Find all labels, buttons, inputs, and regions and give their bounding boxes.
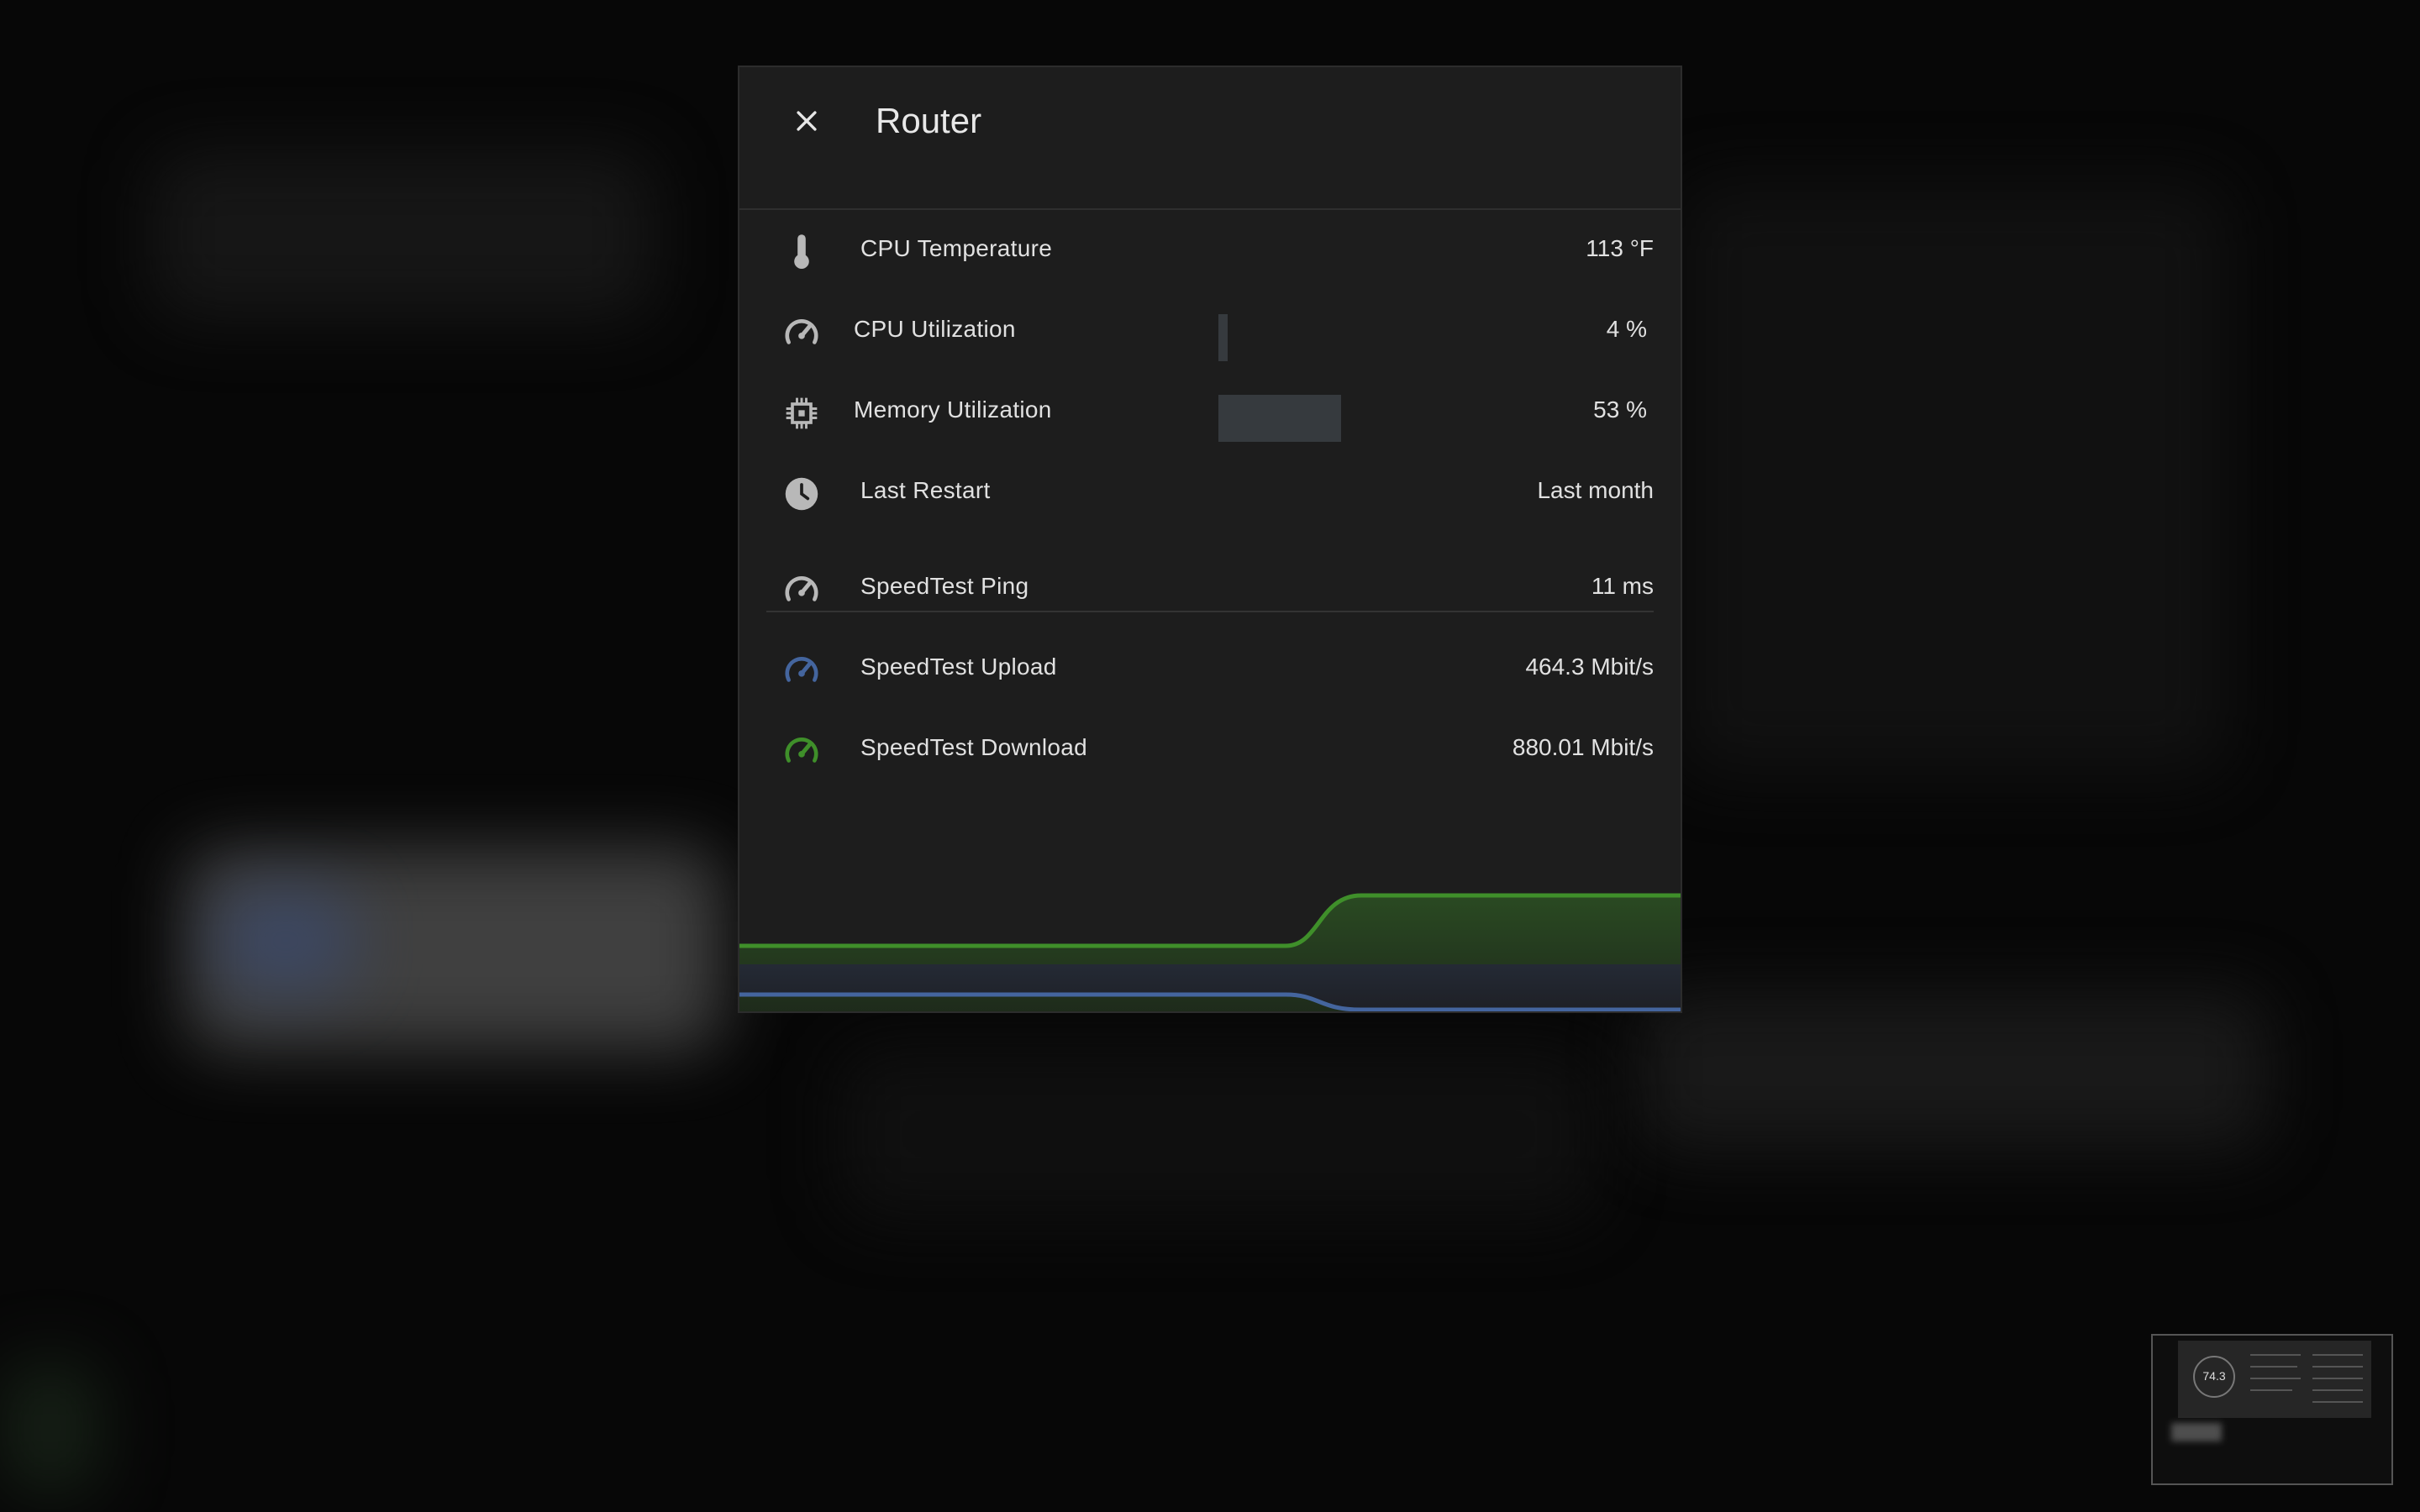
row-value: 880.01 Mbit/s (1512, 734, 1654, 760)
dialog-header: Router (739, 67, 1681, 210)
row-label: SpeedTest Download (860, 734, 1088, 760)
speedometer-icon (780, 568, 823, 612)
chip-icon (780, 391, 823, 435)
close-icon (797, 111, 817, 131)
blurred-card (0, 1361, 101, 1495)
row-label: Memory Utilization (854, 396, 1052, 423)
row-value: Last month (1537, 477, 1654, 503)
clock-icon (780, 472, 823, 516)
row-speedtest-download[interactable]: SpeedTest Download 880.01 Mbit/s (739, 711, 1681, 791)
row-value: 113 °F (1586, 235, 1654, 261)
row-label: SpeedTest Upload (860, 654, 1057, 680)
close-button[interactable] (783, 97, 830, 144)
row-label: SpeedTest Ping (860, 573, 1029, 599)
row-speedtest-upload[interactable]: SpeedTest Upload 464.3 Mbit/s (739, 630, 1681, 711)
blurred-card (1681, 185, 2227, 773)
row-value: 11 ms (1591, 573, 1654, 599)
minimap-thumbnail[interactable]: 74.3 (2151, 1334, 2393, 1485)
row-last-restart[interactable]: Last Restart Last month (739, 454, 1681, 534)
cpu-utilization-bar-fill (1218, 314, 1228, 361)
dialog-title: Router (876, 101, 982, 140)
row-label: Last Restart (860, 477, 991, 503)
row-cpu-utilization[interactable]: CPU Utilization 4 % (739, 292, 1681, 373)
row-label: CPU Temperature (860, 235, 1053, 261)
speedometer-upload-icon (780, 648, 823, 692)
row-cpu-temperature[interactable]: CPU Temperature 113 °F (739, 212, 1681, 292)
row-speedtest-ping[interactable]: SpeedTest Ping 11 ms (739, 549, 1681, 630)
memory-utilization-bar (1218, 395, 1450, 442)
row-value: 53 % (1593, 396, 1647, 423)
router-dialog: Router CPU Temperature 113 °F CPU Utiliz… (738, 66, 1682, 1013)
row-value: 464.3 Mbit/s (1525, 654, 1654, 680)
speedometer-download-icon (780, 729, 823, 773)
blurred-card (1639, 991, 2269, 1151)
cpu-utilization-bar (1218, 314, 1450, 361)
row-label: CPU Utilization (854, 316, 1016, 342)
speedtest-history-chart (739, 893, 1681, 1011)
gauge-icon (780, 311, 823, 354)
blurred-card (840, 1050, 1597, 1218)
row-value: 4 % (1606, 316, 1647, 342)
blurred-card-accent (218, 890, 353, 991)
minimap-blurred-element (2171, 1423, 2222, 1441)
memory-utilization-bar-fill (1218, 395, 1342, 442)
row-memory-utilization[interactable]: Memory Utilization 53 % (739, 373, 1681, 454)
blurred-card (151, 151, 655, 319)
minimap-card: 74.3 (2178, 1341, 2371, 1418)
thermometer-icon (780, 230, 823, 274)
minimap-gauge-value: 74.3 (2202, 1369, 2226, 1383)
